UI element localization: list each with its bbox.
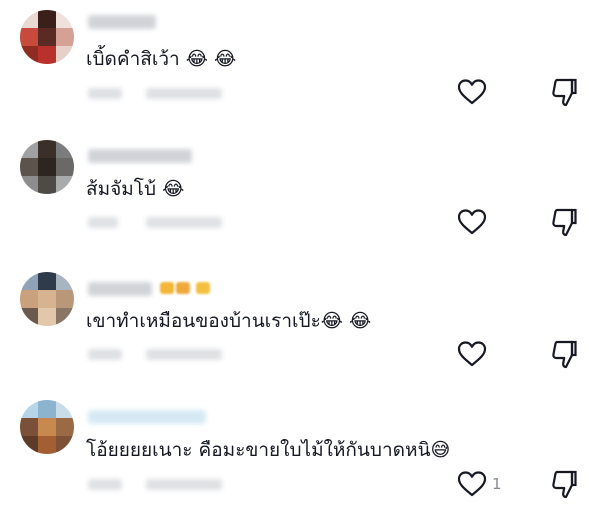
- like-button[interactable]: [456, 78, 488, 106]
- like-count: 1: [492, 475, 502, 493]
- heart-outline-icon: [456, 340, 488, 368]
- username-emoji: [160, 282, 174, 294]
- username[interactable]: [88, 410, 206, 424]
- comment-text: ส้มจัมโบ้ 😂: [86, 178, 185, 200]
- reply-link[interactable]: [146, 217, 222, 228]
- thumbs-down-outline-icon: [548, 468, 580, 500]
- heart-outline-icon: [456, 470, 488, 498]
- heart-outline-icon: [456, 78, 488, 106]
- comment-meta: [88, 88, 122, 99]
- thumbs-down-outline-icon: [548, 76, 580, 108]
- username[interactable]: [88, 282, 152, 296]
- reply-link[interactable]: [146, 349, 222, 360]
- heart-outline-icon: [456, 208, 488, 236]
- comment-meta: [88, 479, 122, 490]
- username-emoji: [176, 282, 190, 294]
- reply-link[interactable]: [146, 479, 222, 490]
- comment-meta: [88, 349, 122, 360]
- avatar[interactable]: [20, 140, 74, 194]
- avatar[interactable]: [20, 272, 74, 326]
- username[interactable]: [88, 15, 156, 29]
- dislike-button[interactable]: [548, 76, 580, 108]
- thumbs-down-outline-icon: [548, 206, 580, 238]
- comment-text: โอ้ยยยยเนาะ คือมะขายใบไม้ให้กันบาดหนิ😅: [86, 439, 451, 461]
- dislike-button[interactable]: [548, 338, 580, 370]
- like-button[interactable]: [456, 208, 488, 236]
- avatar[interactable]: [20, 400, 74, 454]
- avatar[interactable]: [20, 10, 74, 64]
- thumbs-down-outline-icon: [548, 338, 580, 370]
- like-button[interactable]: [456, 340, 488, 368]
- username[interactable]: [88, 149, 192, 163]
- comment-meta: [88, 217, 118, 228]
- comment-text: เบิ้ดคำสิเว้า 😂 😂: [86, 48, 237, 70]
- reply-link[interactable]: [146, 88, 222, 99]
- comment-text: เขาทำเหมือนของบ้านเราเป๊ะ😂 😂: [86, 310, 372, 332]
- username-emoji: [196, 282, 210, 294]
- dislike-button[interactable]: [548, 206, 580, 238]
- like-button[interactable]: [456, 470, 488, 498]
- dislike-button[interactable]: [548, 468, 580, 500]
